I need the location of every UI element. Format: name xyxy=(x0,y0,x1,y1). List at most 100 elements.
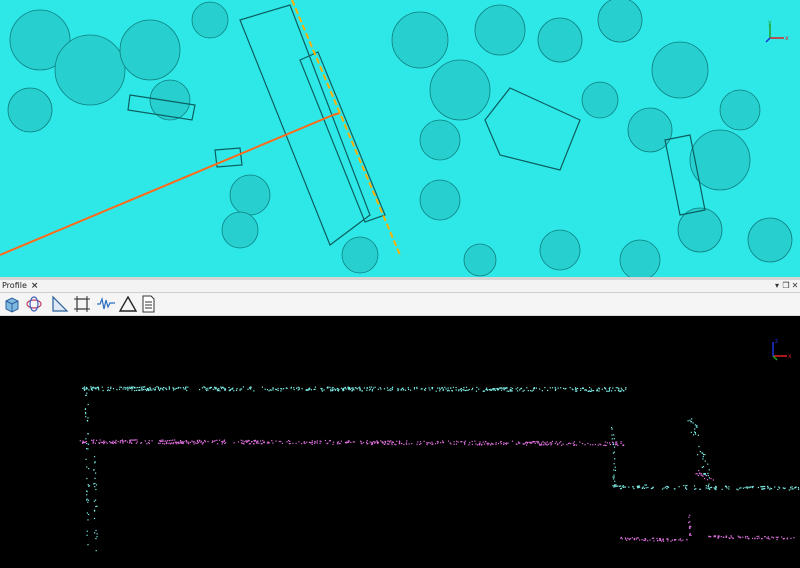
point xyxy=(723,536,725,538)
profile-points-view[interactable] xyxy=(0,316,800,568)
point xyxy=(569,387,571,389)
orbit-button[interactable] xyxy=(24,294,44,314)
cube-view-button[interactable] xyxy=(2,294,22,314)
map-canvas[interactable] xyxy=(0,0,800,277)
point xyxy=(181,441,183,443)
point xyxy=(661,488,664,490)
point xyxy=(689,514,691,516)
point xyxy=(163,386,165,389)
point xyxy=(707,474,709,477)
point xyxy=(219,390,221,392)
point xyxy=(215,387,218,389)
point xyxy=(152,388,154,390)
point xyxy=(620,442,622,444)
point xyxy=(611,428,613,430)
point xyxy=(258,442,260,444)
point xyxy=(373,441,375,443)
tab-profile[interactable]: Profile × xyxy=(2,280,38,292)
point xyxy=(511,387,514,390)
point xyxy=(598,390,600,392)
point xyxy=(369,388,372,390)
close-panel-icon[interactable]: ✕ xyxy=(789,280,800,292)
slope-button[interactable] xyxy=(50,294,70,314)
point xyxy=(224,389,226,391)
point xyxy=(615,484,617,486)
point xyxy=(691,418,693,420)
point xyxy=(752,485,754,488)
close-tab-icon[interactable]: × xyxy=(31,280,39,292)
point xyxy=(622,485,624,487)
point xyxy=(86,466,88,468)
point xyxy=(98,442,101,444)
point xyxy=(177,441,179,444)
point xyxy=(179,442,181,444)
point xyxy=(705,487,707,489)
point xyxy=(139,389,141,391)
point xyxy=(87,501,89,503)
point xyxy=(202,443,204,445)
point xyxy=(629,538,632,540)
point xyxy=(581,443,584,445)
point xyxy=(229,389,231,391)
point xyxy=(95,550,97,552)
point xyxy=(81,441,84,443)
point xyxy=(87,519,89,521)
point xyxy=(239,388,241,390)
point xyxy=(635,538,637,540)
point xyxy=(200,440,202,442)
point xyxy=(746,535,749,538)
profile-canvas[interactable]: x z xyxy=(0,316,800,568)
point xyxy=(572,389,574,391)
point xyxy=(95,488,97,491)
point xyxy=(112,440,114,442)
point xyxy=(776,539,778,541)
point xyxy=(424,389,426,391)
profile-toolbar xyxy=(0,293,800,316)
point xyxy=(181,442,183,444)
point xyxy=(96,533,98,535)
point xyxy=(329,440,331,442)
point xyxy=(725,535,728,537)
point xyxy=(177,443,179,445)
point xyxy=(615,387,617,389)
point xyxy=(95,529,97,532)
point xyxy=(542,444,544,446)
point xyxy=(85,416,87,418)
point xyxy=(141,387,143,389)
point xyxy=(628,538,630,540)
point xyxy=(704,477,706,480)
point xyxy=(448,390,450,392)
crop-frame-button[interactable] xyxy=(72,294,92,314)
point xyxy=(391,442,393,444)
point xyxy=(387,443,389,445)
point xyxy=(99,439,101,441)
point xyxy=(395,444,397,446)
profile-path-line[interactable] xyxy=(0,114,334,256)
point xyxy=(135,389,138,391)
point xyxy=(109,389,111,392)
point xyxy=(587,442,589,445)
point xyxy=(147,389,149,391)
point xyxy=(693,434,695,436)
point xyxy=(612,476,614,478)
point xyxy=(146,388,148,390)
point xyxy=(601,388,603,390)
map-view[interactable]: x y xyxy=(0,0,800,277)
point xyxy=(126,441,128,443)
report-button[interactable] xyxy=(138,294,158,314)
waveform-button[interactable] xyxy=(96,294,116,314)
point xyxy=(698,445,700,448)
point xyxy=(417,441,419,443)
triangle-measure-button[interactable] xyxy=(118,294,138,314)
point xyxy=(542,441,544,443)
point xyxy=(783,537,785,540)
point xyxy=(790,488,792,490)
point xyxy=(210,386,212,388)
point xyxy=(614,480,616,482)
point xyxy=(361,390,363,392)
section-line[interactable] xyxy=(291,0,401,256)
point xyxy=(390,388,392,390)
point xyxy=(625,538,627,540)
point xyxy=(522,443,524,445)
point xyxy=(408,388,410,390)
